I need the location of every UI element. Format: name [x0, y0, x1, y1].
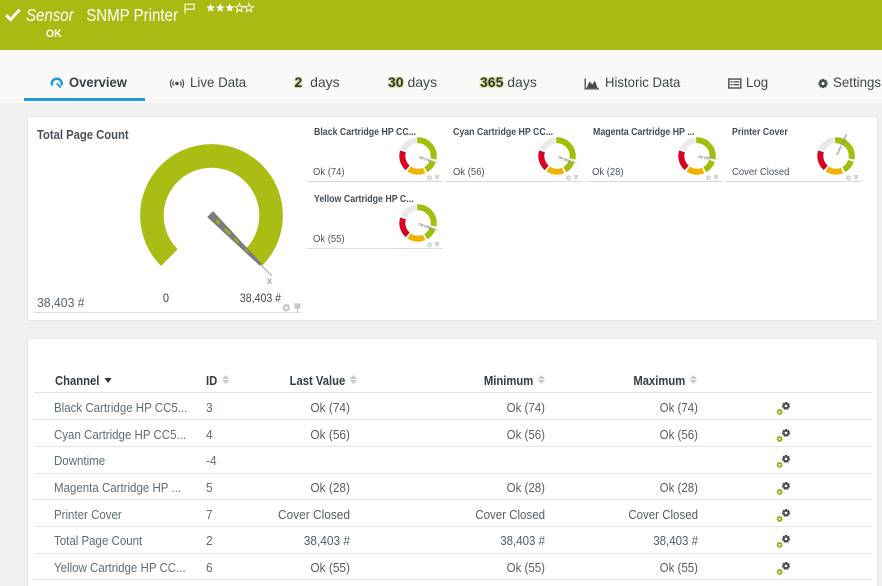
svg-text:Ok (28): Ok (28) — [698, 155, 711, 161]
svg-text:Ok (74): Ok (74) — [418, 155, 431, 163]
svg-text:Ok (56): Ok (56) — [558, 155, 571, 163]
svg-text:Ok (55): Ok (55) — [418, 222, 431, 230]
svg-text:x: x — [267, 276, 272, 287]
